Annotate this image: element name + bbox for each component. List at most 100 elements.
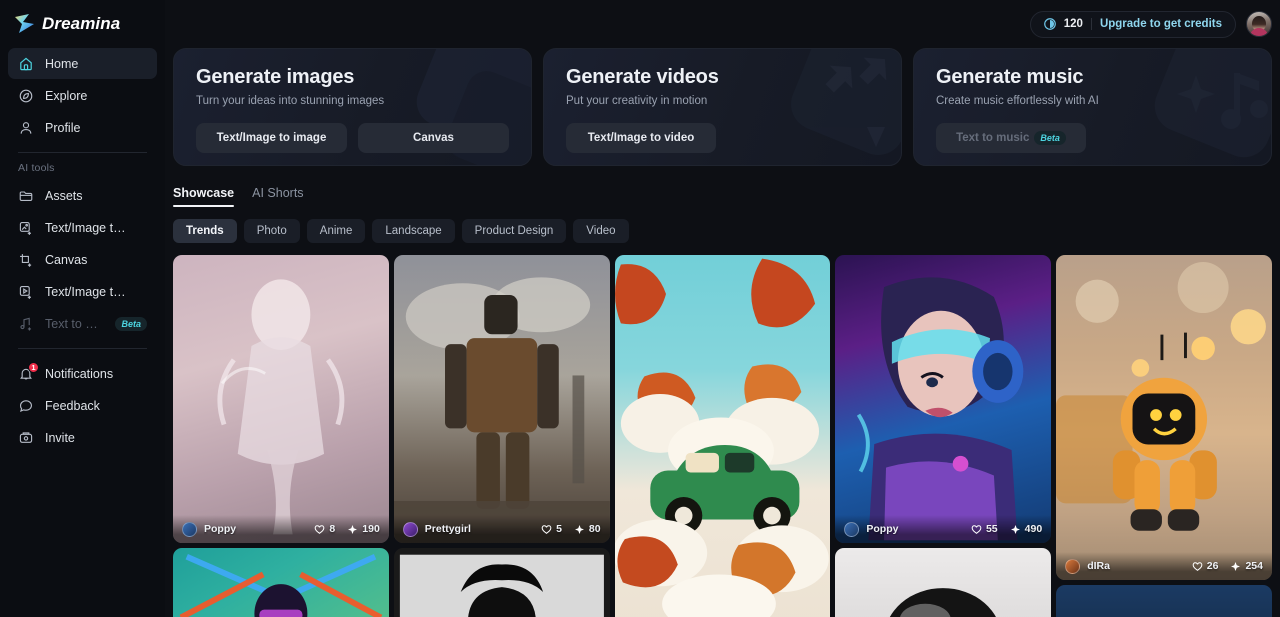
gallery-card[interactable] [835,548,1052,617]
gallery-card[interactable] [1056,585,1272,617]
credits-amount: 120 [1063,18,1083,30]
bell-icon: 1 [18,361,39,382]
sidebar-secondary-nav: 1 Notifications Feedback Invite [8,358,157,453]
chip-trends[interactable]: Trends [173,219,237,243]
star-stat[interactable]: 490 [1010,523,1043,535]
sidebar-item-label: Text/Image t… [45,284,126,299]
star-stat[interactable]: 80 [574,523,601,535]
promo-title: Generate images [196,66,355,88]
gallery-column: Poppy 55 490 [835,255,1052,617]
promo-card-generate-images[interactable]: Generate images Turn your ideas into stu… [173,48,532,166]
sidebar-item-invite[interactable]: Invite [8,422,157,453]
author-name: Prettygirl [424,523,471,535]
promo-subtitle: Create music effortlessly with AI [936,95,1099,107]
beta-badge: Beta [1034,131,1066,145]
sidebar-item-label: Explore [45,88,88,103]
heart-icon [971,524,982,534]
gallery-card[interactable]: Prettygirl 5 80 [393,255,610,543]
sparkle-icon [348,524,358,534]
gallery-card[interactable]: Poppy 8 190 [173,255,389,543]
author-avatar[interactable] [844,521,860,537]
crystal-woman-art [173,255,389,543]
card-footer: dIRa 26 254 [1056,552,1272,580]
text-to-music-label: Text to music [956,132,1030,144]
sidebar-item-explore[interactable]: Explore [8,80,157,111]
sidebar-item-label: Home [45,56,79,71]
sidebar-item-label: Text to music [45,316,99,331]
blue-scene-art [1056,585,1272,617]
neon-portrait-art [173,548,389,617]
promo-buttons: Text/Image to image Canvas [196,123,509,153]
sidebar-item-notifications[interactable]: 1 Notifications [8,358,157,389]
like-count: 26 [1206,560,1219,572]
like-count: 5 [556,523,562,535]
autumn-car-art [614,255,831,617]
star-count: 490 [1024,523,1043,535]
text-image-to-image-icon [19,221,31,235]
promo-buttons: Text/Image to video [566,123,879,153]
author-name: Poppy [204,523,237,535]
sidebar-item-profile[interactable]: Profile [8,112,157,143]
chip-product-design[interactable]: Product Design [461,219,567,243]
gallery-column: dIRa 26 254 [1056,255,1272,617]
gallery-card[interactable] [614,255,831,617]
gallery-card[interactable]: Poppy 55 490 [835,255,1052,543]
chip-photo[interactable]: Photo [243,219,300,243]
sidebar-item-feedback[interactable]: Feedback [8,390,157,421]
canvas-button[interactable]: Canvas [358,123,509,153]
chip-video[interactable]: Video [573,219,629,243]
card-footer: Poppy 55 490 [835,515,1052,543]
like-stat[interactable]: 8 [314,523,335,535]
like-stat[interactable]: 26 [1192,560,1219,572]
heart-icon [541,524,552,534]
giant-mech-art [393,255,610,543]
gallery-column: Prettygirl 5 80 [393,255,610,617]
sidebar-item-text-image-to-video[interactable]: Text/Image t… [8,276,157,307]
bw-portrait-art [393,548,610,617]
card-footer: Poppy 8 190 [173,515,389,543]
sidebar-item-text-image-to-image[interactable]: Text/Image t… [8,212,157,243]
author-avatar[interactable] [182,521,197,537]
user-avatar[interactable] [1246,11,1272,37]
tab-ai-shorts[interactable]: AI Shorts [252,186,303,207]
brand[interactable]: Dreamina [8,0,157,48]
like-stat[interactable]: 55 [971,523,998,535]
sidebar-group-title: AI tools [18,162,55,174]
heart-icon [1192,561,1203,571]
sparkle-icon [1010,524,1020,534]
star-count: 254 [1245,560,1263,572]
like-count: 55 [985,523,998,535]
sidebar-item-assets[interactable]: Assets [8,180,157,211]
heart-icon [315,524,325,534]
sidebar-divider-2 [18,348,147,349]
promo-card-generate-videos[interactable]: Generate videos Put your creativity in m… [543,48,902,166]
gallery-card[interactable] [173,548,389,617]
upgrade-link[interactable]: Upgrade to get credits [1100,18,1222,30]
dreamina-star-logo-icon [15,14,34,33]
music-note-icon [20,317,32,331]
chip-anime[interactable]: Anime [306,219,366,243]
sidebar-item-canvas[interactable]: Canvas [8,244,157,275]
filter-chips: Trends Photo Anime Landscape Product Des… [165,219,1280,243]
gallery-card[interactable]: dIRa 26 254 [1056,255,1272,580]
beta-badge: Beta [115,316,147,331]
gallery-card[interactable] [393,548,610,617]
star-count: 190 [362,523,380,535]
text-image-to-video-button[interactable]: Text/Image to video [566,123,716,153]
feedback-icon [19,399,33,412]
chip-landscape[interactable]: Landscape [372,219,455,243]
star-stat[interactable]: 254 [1230,560,1263,572]
sidebar-item-home[interactable]: Home [8,48,157,79]
star-stat[interactable]: 190 [347,523,380,535]
sidebar-item-label: Invite [45,430,75,445]
author-avatar[interactable] [402,521,418,537]
author-avatar[interactable] [1065,558,1081,574]
profile-icon [20,121,32,134]
tab-showcase[interactable]: Showcase [173,186,235,207]
like-stat[interactable]: 5 [541,523,562,535]
credits-pill[interactable]: 120 Upgrade to get credits [1029,10,1236,38]
invite-icon [19,431,33,443]
promo-card-generate-music[interactable]: Generate music Create music effortlessly… [913,48,1272,166]
text-image-to-image-button[interactable]: Text/Image to image [196,123,347,153]
promo-title: Generate videos [566,66,719,88]
